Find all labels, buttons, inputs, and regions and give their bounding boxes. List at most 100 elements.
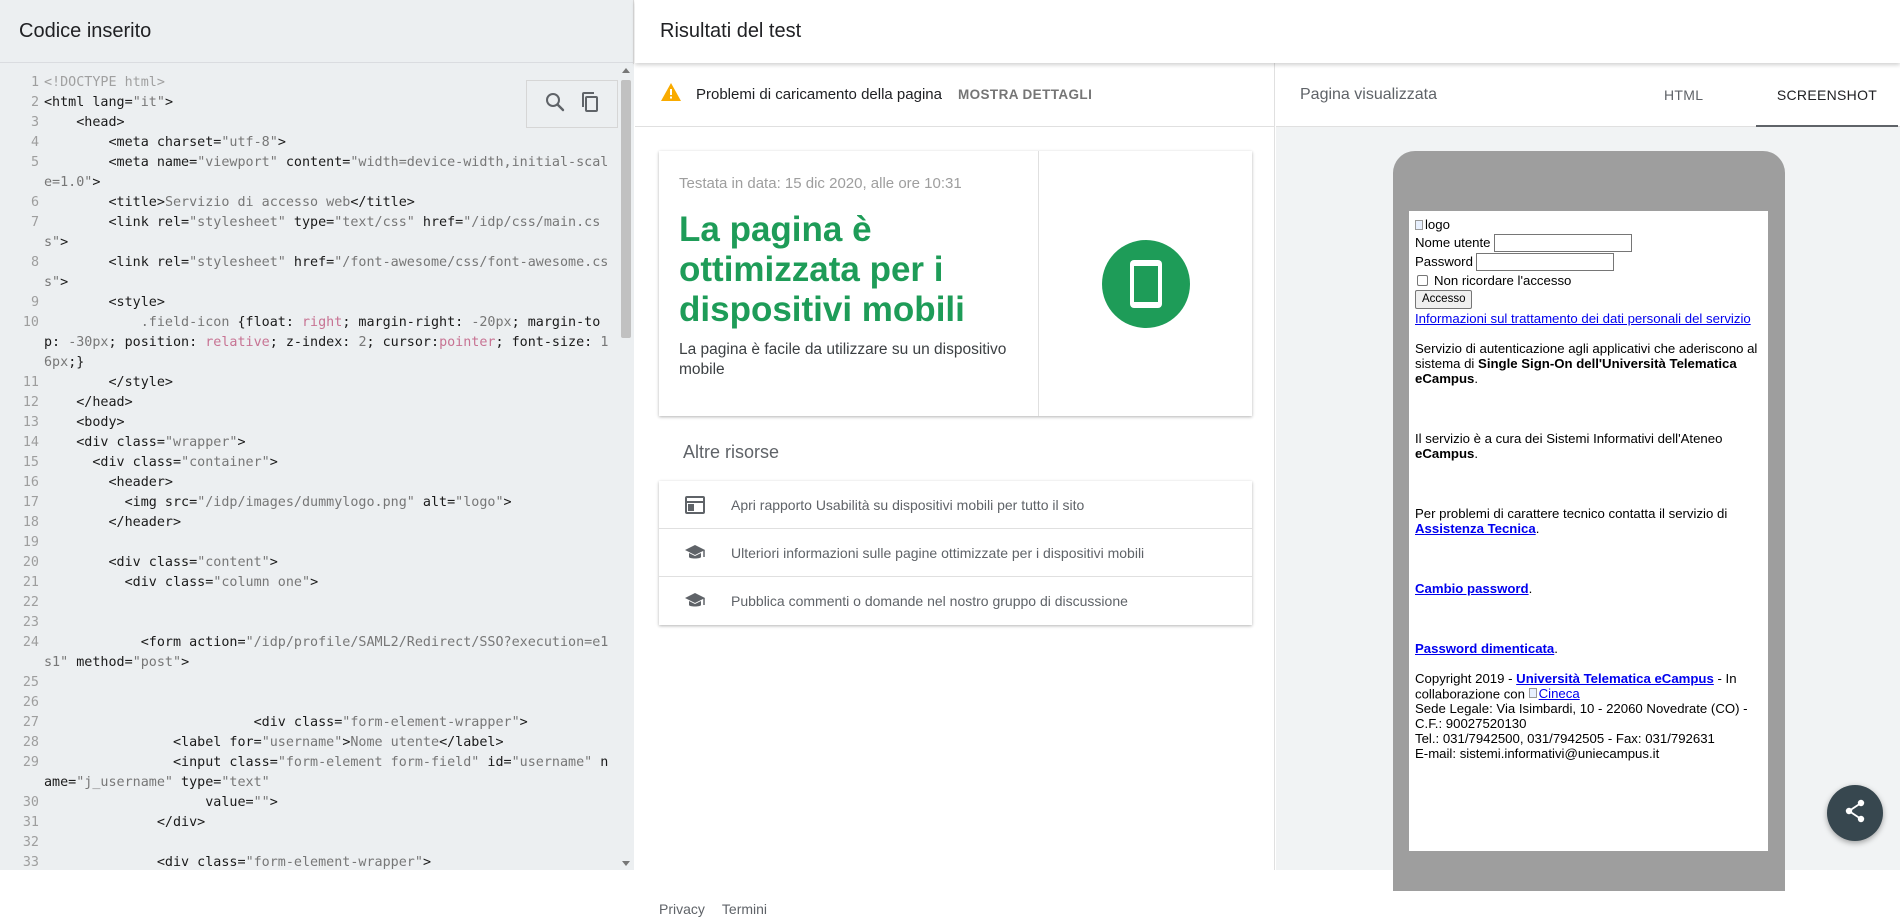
phone-text: Tel.: 031/7942500, 031/7942505 - Fax: 03… [1415,731,1715,746]
line-number: 33 [22,855,39,870]
code-line-content: <header> [44,475,174,490]
forgot-password-link: Password dimenticata [1415,640,1555,656]
para3-text: Per problemi di carattere tecnico contat… [1415,505,1728,521]
code-line: 11 </style> [0,373,618,393]
code-line-content: </style> [44,375,174,390]
code-line-content: <head> [44,115,125,130]
share-button[interactable] [1827,785,1883,841]
broken-image-icon [1528,688,1537,698]
university-link: Università Telematica eCampus [1516,670,1714,686]
code-line-content [44,593,609,613]
line-number: 11 [22,375,39,390]
code-line-content: </header> [44,515,182,530]
code-line: 12 </head> [0,393,618,413]
line-number: 32 [22,835,39,850]
tab-html[interactable]: HTML [1664,63,1703,127]
change-password-link: Cambio password [1415,580,1529,596]
code-line: 29 <input class="form-element form-field… [0,753,618,793]
resource-label: Pubblica commenti o domande nel nostro g… [731,593,1128,609]
code-line: 30 value=""> [0,793,618,813]
code-line: 25 [0,673,618,693]
privacy-link[interactable]: Privacy [659,901,705,917]
code-line: 16 <header> [0,473,618,493]
code-line: 10 .field-icon {float: right; margin-rig… [0,313,618,373]
broken-image-icon [1415,219,1423,230]
code-line: 26 [0,693,618,713]
rendered-page-title: Pagina visualizzata [1300,85,1437,103]
code-line-content: <div class="wrapper"> [44,435,246,450]
code-line-content: <input class="form-element form-field" i… [44,755,609,790]
code-line-content [44,613,609,633]
code-line-content: <body> [44,415,125,430]
resource-item-learn-more[interactable]: Ulteriori informazioni sulle pagine otti… [659,529,1252,577]
line-number: 6 [30,195,39,210]
school-icon [659,592,731,610]
code-line: 22 [0,593,618,613]
code-line-content: <img src="/idp/images/dummylogo.png" alt… [44,495,512,510]
code-line: 15 <div class="container"> [0,453,618,473]
tab-screenshot[interactable]: SCREENSHOT [1756,63,1898,127]
cineca-image: Cineca [1528,686,1580,701]
line-number: 14 [22,435,39,450]
results-panel: Problemi di caricamento della pagina MOS… [635,63,1275,917]
line-number: 17 [22,495,39,510]
other-resources-title: Altre risorse [683,442,780,462]
logo-image: logo [1415,217,1450,232]
resource-label: Apri rapporto Usabilità su dispositivi m… [731,496,1085,513]
results-section: Risultati del test Problemi di caricamen… [635,0,1900,917]
warning-icon [660,82,682,107]
code-editor[interactable]: 1 <!DOCTYPE html> 2 <html lang="it"> 3 <head… [0,64,618,870]
tech-support-link: Assistenza Tecnica [1415,520,1536,536]
code-line: 4 <meta charset="utf-8"> [0,133,618,153]
line-number: 31 [22,815,39,830]
code-line: 31 </div> [0,813,618,833]
terms-link[interactable]: Termini [722,901,767,917]
resource-item-discussion-group[interactable]: Pubblica commenti o domande nel nostro g… [659,577,1252,625]
scroll-down-arrow-icon[interactable] [622,861,630,866]
phone-frame: logo Nome utente Password Non ricordare … [1393,151,1785,891]
search-icon[interactable] [543,90,567,119]
code-line-content: <label for="username">Nome utente</label… [44,735,504,750]
line-number: 4 [30,135,39,150]
code-line: 18 </header> [0,513,618,533]
code-line-content: <link rel="stylesheet" href="/font-aweso… [44,255,609,290]
code-line-content: <html lang="it"> [44,95,173,110]
code-line-content: </head> [44,395,133,410]
code-line-content: <form action="/idp/profile/SAML2/Redirec… [44,635,609,670]
results-title: Risultati del test [660,20,802,42]
scroll-thumb[interactable] [621,80,631,338]
line-number: 19 [22,535,39,550]
school-icon [659,544,731,562]
resources-list: Apri rapporto Usabilità su dispositivi m… [659,481,1252,625]
problem-bar: Problemi di caricamento della pagina MOS… [635,63,1274,127]
result-card: Testata in data: 15 dic 2020, alle ore 1… [659,151,1252,416]
code-line: 20 <div class="content"> [0,553,618,573]
copy-icon[interactable] [578,90,602,119]
remember-checkbox [1417,274,1428,286]
line-number: 28 [22,735,39,750]
code-line: 28 <label for="username">Nome utente</la… [0,733,618,753]
line-number: 25 [22,675,39,690]
para2-bold: eCampus [1415,445,1475,461]
code-scrollbar[interactable] [618,64,634,870]
code-line: 9 <style> [0,293,618,313]
resource-item-usability-report[interactable]: Apri rapporto Usabilità su dispositivi m… [659,481,1252,529]
line-number: 7 [30,215,39,230]
login-button: Accesso [1415,289,1473,309]
line-number: 23 [22,615,39,630]
line-number: 21 [22,575,39,590]
address-text: Sede Legale: Via Isimbardi, 10 - 22060 N… [1415,701,1748,731]
code-line-content: <!DOCTYPE html> [44,75,165,90]
code-line-content: <title>Servizio di accesso web</title> [44,195,415,210]
code-line-content: <div class="column one"> [44,575,319,590]
line-number: 9 [30,295,39,310]
password-label: Password [1415,254,1473,269]
show-details-button[interactable]: MOSTRA DETTAGLI [958,87,1092,102]
line-number: 24 [22,635,39,650]
results-header: Risultati del test [635,0,1900,63]
code-line-content: <style> [44,295,165,310]
line-number: 1 [30,75,39,90]
code-line: 5 <meta name="viewport" content="width=d… [0,153,618,193]
scroll-up-arrow-icon[interactable] [622,68,630,73]
code-line: 14 <div class="wrapper"> [0,433,618,453]
